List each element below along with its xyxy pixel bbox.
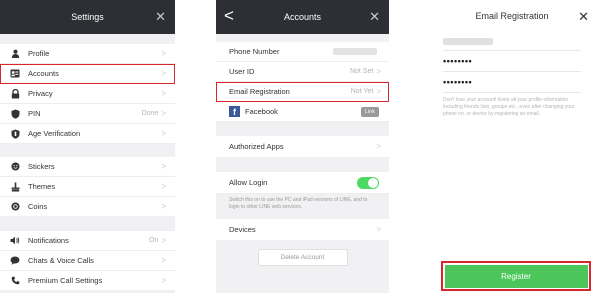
accounts-title: Accounts — [283, 12, 322, 22]
settings-item-privacy[interactable]: Privacy > — [0, 84, 175, 104]
settings-item-profile[interactable]: Profile > — [0, 44, 175, 64]
password-field[interactable]: •••••••• — [443, 51, 581, 72]
brush-icon — [10, 182, 20, 192]
email-registration-title: Email Registration — [475, 11, 549, 21]
email-value-blurred — [443, 37, 493, 45]
settings-item-premium-call-settings[interactable]: Premium Call Settings > — [0, 271, 175, 291]
settings-item-label: Profile — [28, 49, 50, 58]
back-icon[interactable]: < — [224, 6, 234, 26]
email-registration-value: Not Yet — [350, 88, 374, 95]
password-confirm-value: •••••••• — [443, 77, 473, 87]
devices-row[interactable]: Devices > — [216, 219, 389, 241]
lock-icon — [10, 88, 20, 99]
close-icon[interactable]: ✕ — [578, 9, 589, 25]
settings-item-chats-voice-calls[interactable]: Chats & Voice Calls > — [0, 251, 175, 271]
close-icon[interactable]: ✕ — [155, 9, 166, 25]
chevron-right-icon: > — [161, 276, 166, 285]
phone-icon — [10, 276, 20, 286]
register-button[interactable]: Register — [444, 264, 588, 288]
facebook-label: Facebook — [245, 107, 278, 116]
settings-item-accounts[interactable]: Accounts > — [0, 64, 175, 84]
chevron-right-icon: > — [376, 87, 381, 96]
register-highlight: Register — [441, 261, 591, 291]
person-icon — [10, 49, 20, 59]
chevron-right-icon: > — [161, 89, 166, 98]
chat-bubble-icon — [10, 256, 20, 266]
settings-item-coins[interactable]: Coins > — [0, 197, 175, 217]
speaker-icon — [10, 236, 20, 246]
chevron-right-icon: > — [161, 256, 166, 265]
settings-item-label: Privacy — [28, 89, 53, 98]
email-registration-label: Email Registration — [229, 87, 290, 96]
chevron-right-icon: > — [161, 49, 166, 58]
settings-item-label: PIN — [28, 109, 41, 118]
settings-item-age-verification[interactable]: Age Verification > — [0, 124, 175, 144]
email-field[interactable] — [443, 32, 581, 51]
settings-item-label: Age Verification — [28, 129, 81, 138]
user-id-value: Not Set — [349, 68, 374, 75]
facebook-row: f Facebook Link — [216, 102, 389, 122]
settings-title: Settings — [71, 12, 104, 22]
settings-item-notifications[interactable]: Notifications On > — [0, 231, 175, 251]
allow-login-toggle[interactable] — [357, 176, 379, 189]
settings-item-label: Stickers — [28, 162, 55, 171]
settings-item-label: Premium Call Settings — [28, 276, 103, 285]
phone-number-label: Phone Number — [229, 47, 280, 56]
email-registration-note: Don't lose your account! Keep all your p… — [443, 97, 575, 117]
phone-number-row[interactable]: Phone Number — [216, 42, 389, 62]
user-id-label: User ID — [229, 67, 255, 76]
shield-check-icon — [10, 129, 20, 139]
settings-item-themes[interactable]: Themes > — [0, 177, 175, 197]
password-value: •••••••• — [443, 56, 473, 66]
delete-account-button[interactable]: Delete Account — [257, 249, 348, 266]
chevron-right-icon: > — [161, 129, 166, 138]
chevron-right-icon: > — [161, 162, 166, 171]
settings-item-value: On — [148, 237, 159, 244]
chevron-right-icon: > — [161, 236, 166, 245]
chevron-right-icon: > — [376, 67, 381, 76]
chevron-right-icon: > — [376, 225, 381, 234]
smiley-icon — [10, 162, 20, 172]
facebook-link-button[interactable]: Link — [360, 106, 379, 117]
authorized-apps-row[interactable]: Authorized Apps > — [216, 136, 389, 158]
settings-item-label: Coins — [28, 202, 48, 211]
coin-icon — [10, 202, 20, 212]
user-id-row[interactable]: User ID Not Set > — [216, 62, 389, 82]
settings-item-label: Notifications — [28, 236, 69, 245]
authorized-apps-label: Authorized Apps — [229, 142, 284, 151]
phone-number-value-blurred — [333, 48, 377, 55]
settings-item-stickers[interactable]: Stickers > — [0, 157, 175, 177]
settings-item-label: Themes — [28, 182, 56, 191]
devices-label: Devices — [229, 225, 256, 234]
close-icon[interactable]: ✕ — [369, 9, 380, 25]
allow-login-label: Allow Login — [229, 178, 268, 187]
accounts-screen: < Accounts ✕ Phone Number User ID Not Se… — [216, 0, 389, 293]
facebook-icon: f — [229, 106, 240, 117]
email-registration-row[interactable]: Email Registration Not Yet > — [216, 82, 389, 102]
settings-item-pin[interactable]: PIN Done > — [0, 104, 175, 124]
settings-header: Settings ✕ — [0, 0, 175, 34]
shield-icon — [10, 109, 20, 119]
chevron-right-icon: > — [376, 142, 381, 151]
chevron-right-icon: > — [161, 202, 166, 211]
settings-screen: Settings ✕ Profile > Accounts > Privacy … — [0, 0, 175, 293]
allow-login-row: Allow Login — [216, 172, 389, 194]
settings-item-value: Done — [141, 110, 159, 117]
email-registration-header: Email Registration ✕ — [433, 0, 591, 32]
chevron-right-icon: > — [161, 182, 166, 191]
id-card-icon — [10, 69, 20, 79]
email-registration-screen: Email Registration ✕ •••••••• •••••••• D… — [433, 0, 591, 293]
settings-item-label: Chats & Voice Calls — [28, 256, 94, 265]
allow-login-note: Switch this on to use the PC and iPad ve… — [216, 194, 389, 211]
accounts-header: < Accounts ✕ — [216, 0, 389, 34]
chevron-right-icon: > — [161, 69, 166, 78]
settings-item-label: Accounts — [28, 69, 59, 78]
password-confirm-field[interactable]: •••••••• — [443, 72, 581, 93]
chevron-right-icon: > — [161, 109, 166, 118]
